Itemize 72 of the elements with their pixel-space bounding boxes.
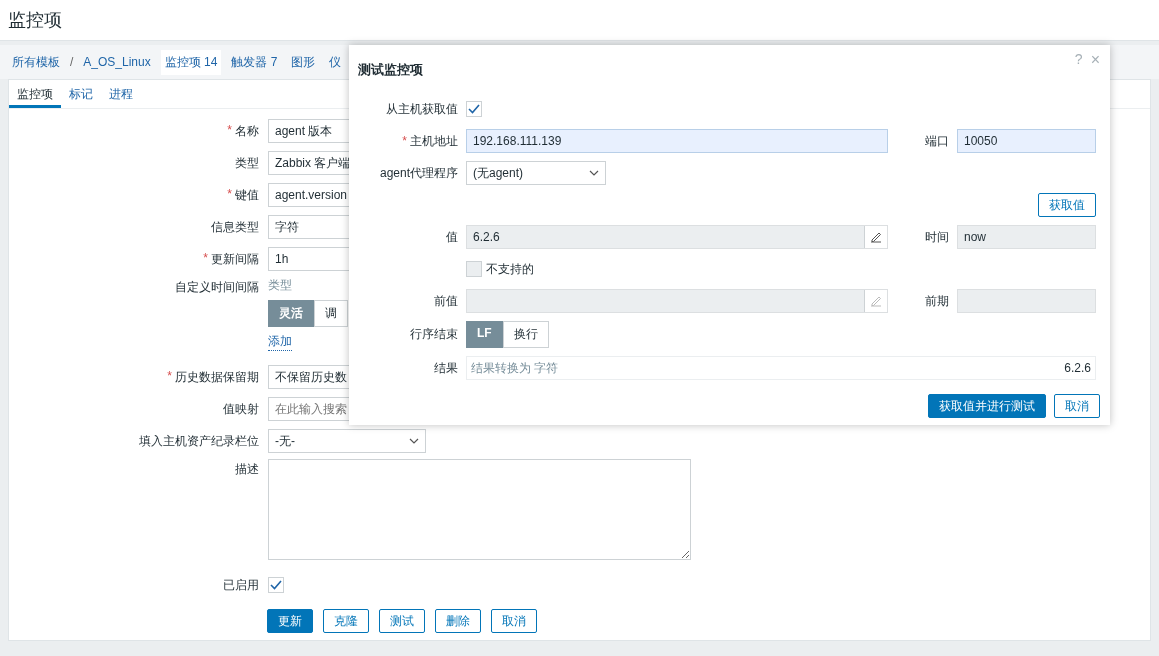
field-label: 键值 xyxy=(235,186,259,204)
required-mark: * xyxy=(167,368,172,385)
breadcrumb-link[interactable]: 图形 xyxy=(287,49,320,75)
time-field[interactable]: now xyxy=(957,225,1096,249)
value-field[interactable]: 6.2.6 xyxy=(466,225,888,249)
field-label: 更新间隔 xyxy=(211,250,259,268)
field-label: 填入主机资产纪录栏位 xyxy=(139,432,259,450)
form-button[interactable]: 克隆 xyxy=(323,609,369,633)
add-link[interactable]: 添加 xyxy=(268,333,292,351)
get-value-button[interactable]: 获取值 xyxy=(1038,193,1096,217)
result-value: 6.2.6 xyxy=(1064,361,1091,375)
field-label: 端口 xyxy=(924,132,949,150)
segment-option[interactable]: LF xyxy=(466,321,503,348)
field-label: agent代理程序 xyxy=(378,164,458,182)
form-button[interactable]: 测试 xyxy=(379,609,425,633)
field-label: 名称 xyxy=(235,122,259,140)
dialog-title: 测试监控项 xyxy=(358,61,423,79)
column-header: 类型 xyxy=(268,277,293,294)
required-mark: * xyxy=(227,186,232,203)
segment-option[interactable]: 换行 xyxy=(502,321,549,348)
chevron-down-icon xyxy=(409,438,419,444)
required-mark: * xyxy=(402,134,407,148)
result-note: 结果转换为 字符 xyxy=(471,359,559,377)
breadcrumb-link[interactable]: 仪 xyxy=(325,49,346,75)
pencil-icon xyxy=(869,294,883,308)
chevron-down-icon xyxy=(589,170,599,176)
previous-value-field[interactable] xyxy=(466,289,888,313)
field-label: 前期 xyxy=(924,292,949,310)
dialog-button[interactable]: 取消 xyxy=(1054,394,1100,418)
port-field[interactable]: 10050 xyxy=(957,129,1096,153)
page-title: 监控项 xyxy=(8,9,62,32)
field-label: 时间 xyxy=(924,228,949,246)
form-button[interactable]: 取消 xyxy=(491,609,537,633)
field-label: 值映射 xyxy=(223,400,259,418)
pencil-icon xyxy=(869,230,883,244)
field-label: 历史数据保留期 xyxy=(175,368,259,386)
tab[interactable]: 监控项 xyxy=(9,80,61,108)
dialog-button[interactable]: 获取值并进行测试 xyxy=(928,394,1046,418)
breadcrumb-link[interactable]: 触发器 7 xyxy=(227,49,282,75)
required-mark: * xyxy=(203,250,208,267)
checkbox-label: 不支持的 xyxy=(486,260,534,278)
segment-option[interactable]: 调 xyxy=(314,300,348,327)
field-label: 前值 xyxy=(433,292,458,310)
field-label: 结果 xyxy=(433,359,458,377)
form-button[interactable]: 删除 xyxy=(435,609,481,633)
host-address-field[interactable]: 192.168.111.139 xyxy=(466,129,888,153)
breadcrumb-separator: / xyxy=(70,55,74,69)
tab[interactable]: 进程 xyxy=(101,80,141,108)
breadcrumb-link[interactable]: 所有模板 xyxy=(8,49,64,75)
field-label: 从主机获取值 xyxy=(385,100,458,118)
field-label: 描述 xyxy=(235,461,259,478)
checkbox[interactable] xyxy=(466,261,482,277)
field-label: 值 xyxy=(445,228,458,246)
field-label: 已启用 xyxy=(223,576,259,594)
field-label: 行序结束 xyxy=(409,326,458,343)
field-label: 类型 xyxy=(235,154,259,172)
field-label: 自定义时间间隔 xyxy=(175,279,259,296)
form-button[interactable]: 更新 xyxy=(267,609,313,633)
edit-button[interactable] xyxy=(864,226,887,248)
checkbox[interactable] xyxy=(268,577,284,593)
field-label: 信息类型 xyxy=(211,218,259,236)
field-label: 主机地址 xyxy=(410,132,458,150)
checkbox[interactable] xyxy=(466,101,482,117)
breadcrumb-link[interactable]: 监控项 14 xyxy=(160,49,222,75)
breadcrumb-link[interactable]: A_OS_Linux xyxy=(79,51,155,73)
segment-option[interactable]: 灵活 xyxy=(268,300,314,327)
required-mark: * xyxy=(227,122,232,139)
select-field[interactable]: -无- xyxy=(268,429,426,453)
tab[interactable]: 标记 xyxy=(61,80,101,108)
description-field[interactable] xyxy=(268,459,691,560)
proxy-select[interactable]: (无agent) xyxy=(466,161,606,185)
previous-time-field[interactable] xyxy=(957,289,1096,313)
